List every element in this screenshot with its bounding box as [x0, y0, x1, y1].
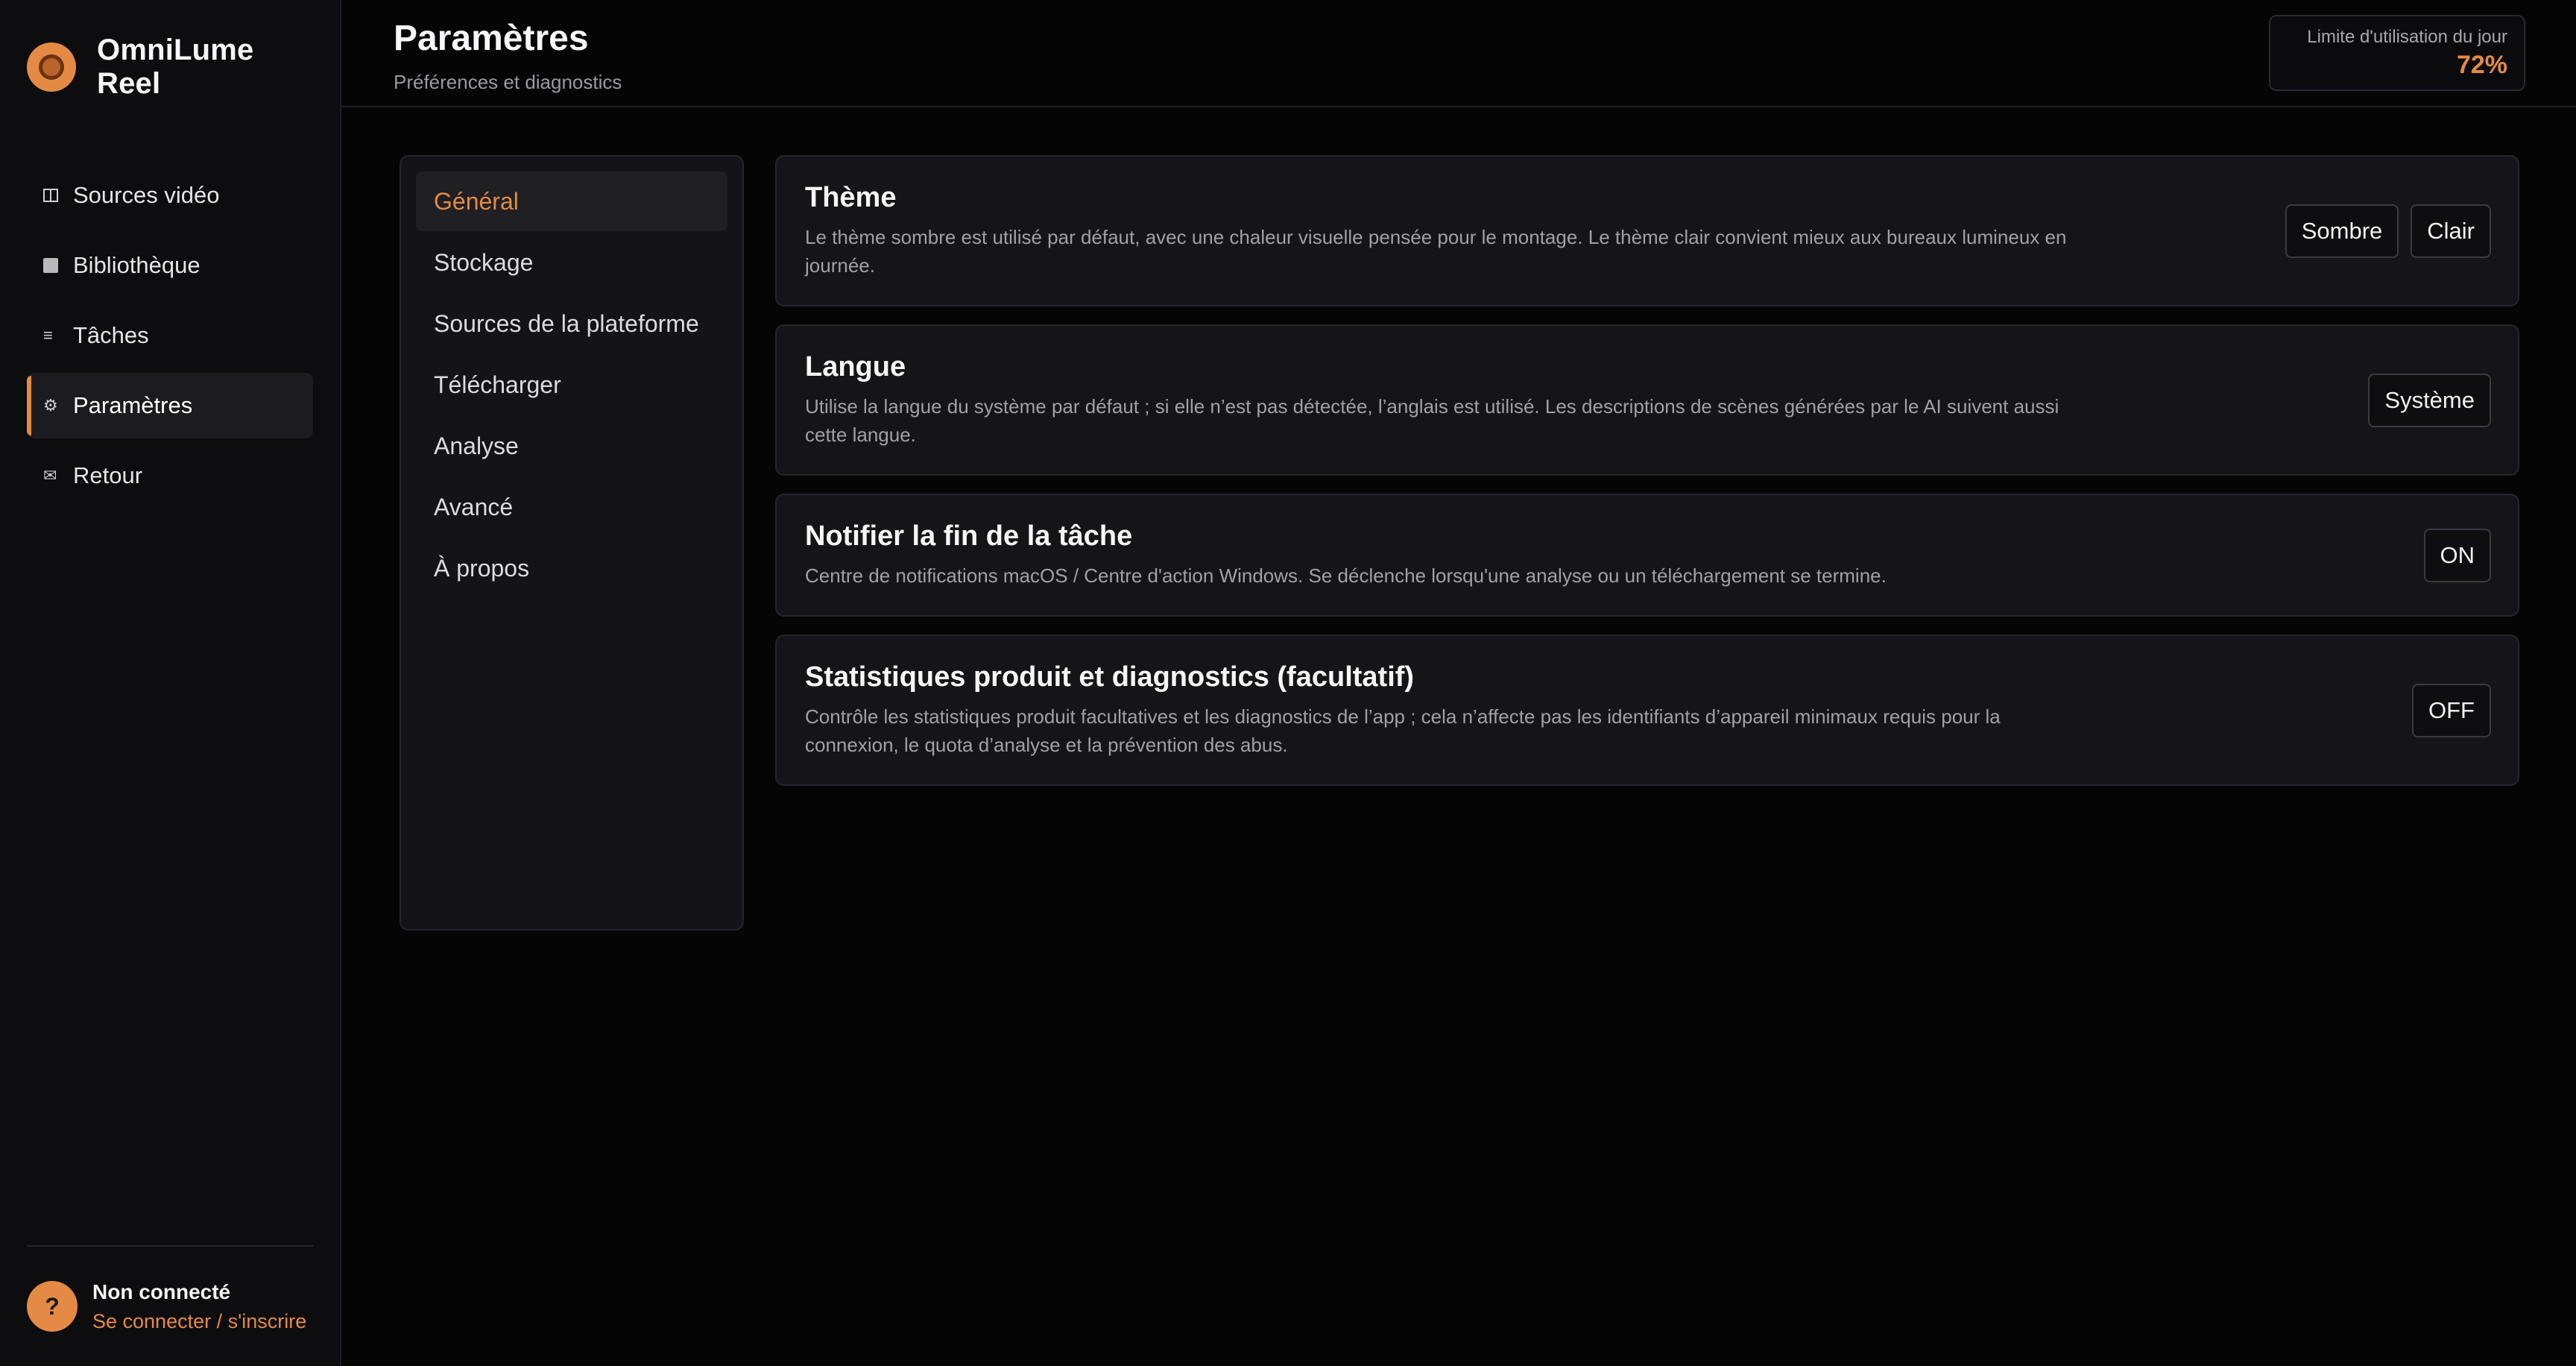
sidebar-item-label: Bibliothèque: [73, 252, 201, 278]
brand: OmniLume Reel: [27, 0, 313, 134]
avatar[interactable]: ?: [27, 1281, 78, 1332]
sidebar-item-bibliotheque[interactable]: Bibliothèque: [27, 233, 313, 298]
notify-description: Centre de notifications macOS / Centre d…: [805, 564, 1887, 587]
settings-tab-sources-plateforme[interactable]: Sources de la plateforme: [416, 294, 727, 353]
main-area: Paramètres Préférences et diagnostics Li…: [341, 0, 2576, 1366]
mail-icon: ✉: [43, 466, 57, 485]
stats-card: Statistiques produit et diagnostics (fac…: [775, 635, 2519, 786]
settings-cards: Thème Le thème sombre est utilisé par dé…: [775, 155, 2519, 804]
language-title: Langue: [805, 351, 906, 383]
theme-options: Sombre Clair: [2285, 204, 2491, 258]
page-subtitle: Préférences et diagnostics: [394, 71, 622, 93]
sidebar-item-label: Retour: [73, 462, 143, 488]
usage-limit-badge: Limite d'utilisation du jour 72%: [2269, 15, 2525, 91]
list-icon: ≡: [43, 326, 53, 344]
sidebar-item-label: Paramètres: [73, 392, 193, 418]
notify-card: Notifier la fin de la tâche Centre de no…: [775, 494, 2519, 617]
app-window: OmniLume Reel Sources vidéo Bibliothèque…: [0, 0, 2576, 1366]
settings-nav: Général Stockage Sources de la plateform…: [400, 155, 744, 931]
gear-icon: ⚙: [43, 396, 58, 415]
theme-dark-button[interactable]: Sombre: [2285, 204, 2399, 258]
notify-options: ON: [2423, 528, 2491, 582]
square-icon: [43, 258, 73, 273]
theme-description: Le thème sombre est utilisé par défaut, …: [805, 226, 2067, 277]
settings-tab-telecharger[interactable]: Télécharger: [416, 355, 727, 415]
settings-tab-avance[interactable]: Avancé: [416, 477, 727, 537]
sign-in-link[interactable]: Se connecter / s'inscrire: [92, 1310, 306, 1333]
account-status: Non connecté: [92, 1280, 231, 1303]
language-select-button[interactable]: Système: [2368, 373, 2491, 427]
notify-toggle-button[interactable]: ON: [2423, 528, 2491, 582]
settings-tab-stockage[interactable]: Stockage: [416, 233, 727, 292]
sidebar-item-label: Sources vidéo: [73, 182, 220, 208]
columns-icon: [43, 189, 73, 202]
usage-label: Limite d'utilisation du jour: [2307, 27, 2507, 47]
theme-title: Thème: [805, 182, 897, 213]
page-title: Paramètres: [394, 19, 589, 58]
sidebar-item-label: Tâches: [73, 322, 149, 348]
sidebar-item-taches[interactable]: ≡ Tâches: [27, 303, 313, 368]
sidebar-nav: Sources vidéo Bibliothèque ≡ Tâches ⚙ Pa…: [27, 163, 313, 509]
language-description: Utilise la langue du système par défaut …: [805, 395, 2059, 446]
sidebar: OmniLume Reel Sources vidéo Bibliothèque…: [0, 0, 341, 1366]
stats-title: Statistiques produit et diagnostics (fac…: [805, 661, 1415, 693]
notify-title: Notifier la fin de la tâche: [805, 520, 1133, 552]
app-name: OmniLume Reel: [97, 34, 254, 100]
language-card: Langue Utilise la langue du système par …: [775, 324, 2519, 476]
stats-toggle-button[interactable]: OFF: [2412, 683, 2491, 737]
theme-card: Thème Le thème sombre est utilisé par dé…: [775, 155, 2519, 306]
language-options: Système: [2368, 373, 2491, 427]
page-header: Paramètres Préférences et diagnostics Li…: [341, 0, 2576, 107]
settings-tab-a-propos[interactable]: À propos: [416, 538, 727, 598]
usage-value: 72%: [2456, 51, 2507, 79]
sidebar-item-parametres[interactable]: ⚙ Paramètres: [27, 373, 313, 438]
sidebar-item-sources-video[interactable]: Sources vidéo: [27, 163, 313, 228]
settings-tab-analyse[interactable]: Analyse: [416, 416, 727, 476]
sidebar-item-retour[interactable]: ✉ Retour: [27, 443, 313, 509]
theme-light-button[interactable]: Clair: [2411, 204, 2491, 258]
account-panel: ? Non connecté Se connecter / s'inscrire: [27, 1245, 313, 1366]
stats-description: Contrôle les statistiques produit facult…: [805, 705, 2001, 756]
settings-tab-general[interactable]: Général: [416, 171, 727, 231]
stats-options: OFF: [2412, 683, 2491, 737]
app-logo-icon: [27, 43, 76, 92]
